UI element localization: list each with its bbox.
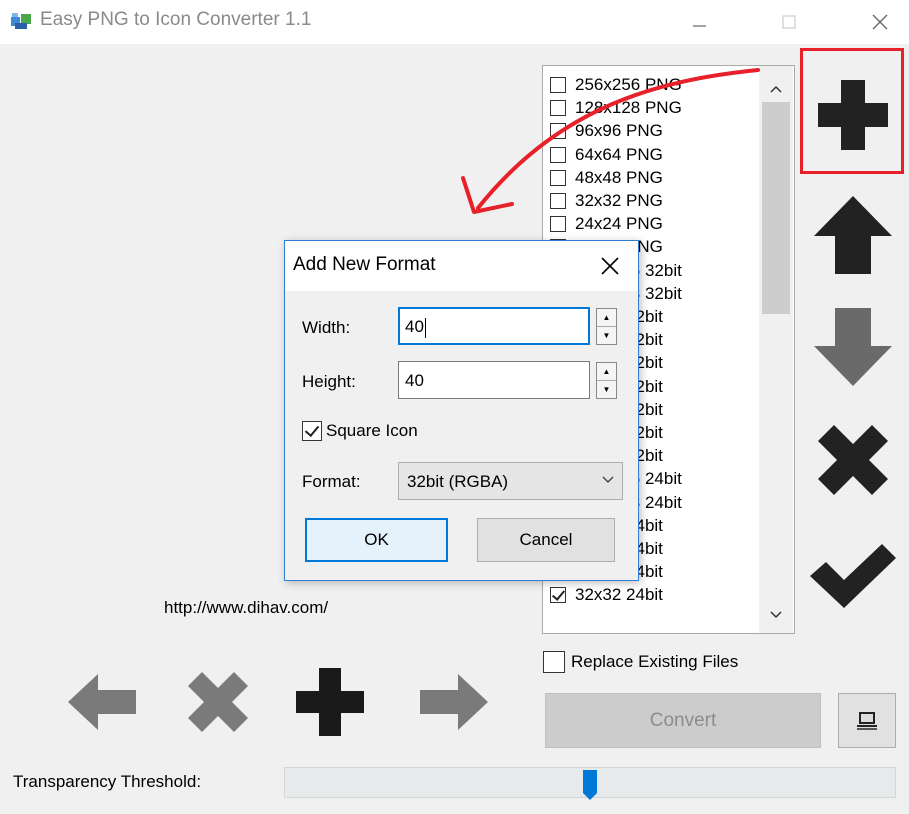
scroll-up-icon[interactable]: [759, 74, 793, 104]
list-item[interactable]: 48x48 PNG: [550, 166, 663, 190]
width-stepper[interactable]: ▲ ▼: [596, 308, 617, 345]
list-item-label: 64x64 PNG: [575, 144, 663, 164]
list-item-label: 48x48 PNG: [575, 167, 663, 187]
list-item-checkbox[interactable]: [550, 146, 566, 163]
list-scrollbar[interactable]: [759, 66, 793, 633]
width-increment-icon[interactable]: ▲: [597, 309, 616, 327]
list-item[interactable]: 32x32 24bit: [550, 583, 663, 607]
width-value: 40: [405, 317, 424, 336]
dialog-title-bar: Add New Format: [285, 241, 638, 291]
square-icon-label: Square Icon: [326, 421, 418, 440]
x-icon[interactable]: [808, 415, 898, 505]
dialog-close-icon[interactable]: [590, 247, 630, 285]
chevron-down-icon: [602, 471, 614, 487]
format-select[interactable]: 32bit (RGBA): [398, 462, 623, 500]
cancel-button[interactable]: Cancel: [477, 518, 615, 562]
list-item-checkbox[interactable]: [550, 169, 566, 186]
text-caret: [424, 317, 426, 338]
close-icon[interactable]: [851, 0, 909, 44]
list-item[interactable]: 256x256 PNG: [550, 73, 682, 97]
transparency-threshold-slider[interactable]: [284, 767, 896, 800]
ok-button[interactable]: OK: [305, 518, 448, 562]
computer-button[interactable]: [838, 693, 896, 748]
list-item-checkbox[interactable]: [550, 77, 566, 93]
list-item-label: 128x128 PNG: [575, 98, 682, 118]
list-item[interactable]: 128x128 PNG: [550, 96, 682, 120]
app-icon: [11, 13, 31, 29]
list-item[interactable]: 24x24 PNG: [550, 212, 663, 236]
scrollbar-thumb[interactable]: [762, 102, 790, 314]
height-stepper[interactable]: ▲ ▼: [596, 362, 617, 399]
website-link[interactable]: http://www.dihav.com/: [164, 598, 328, 618]
replace-existing-files-checkbox[interactable]: [543, 651, 565, 673]
list-item-label: 32x32 24bit: [575, 585, 663, 605]
checkmark-icon[interactable]: [808, 530, 898, 620]
replace-existing-files-option[interactable]: Replace Existing Files: [543, 651, 738, 673]
plus-icon[interactable]: [808, 70, 898, 160]
list-item-label: 256x256 PNG: [575, 75, 682, 94]
list-item-checkbox[interactable]: [550, 123, 566, 140]
plus-icon[interactable]: [292, 664, 368, 740]
list-item-label: 96x96 PNG: [575, 121, 663, 141]
height-increment-icon[interactable]: ▲: [597, 363, 616, 381]
width-field[interactable]: 40: [398, 307, 590, 345]
minimize-icon[interactable]: [670, 0, 728, 44]
list-item-label: 24x24 PNG: [575, 214, 663, 234]
list-item[interactable]: 96x96 PNG: [550, 119, 663, 143]
scroll-down-icon[interactable]: [759, 600, 793, 630]
add-new-format-dialog: Add New Format Width: 40 ▲ ▼ Height: 40 …: [284, 240, 639, 581]
list-item-checkbox[interactable]: [550, 100, 566, 117]
arrow-up-icon[interactable]: [808, 190, 898, 280]
format-selected-value: 32bit (RGBA): [407, 472, 509, 491]
list-item-checkbox[interactable]: [550, 216, 566, 233]
format-label: Format:: [302, 472, 361, 491]
arrow-down-icon[interactable]: [808, 302, 898, 392]
height-label: Height:: [302, 372, 356, 391]
list-item[interactable]: 64x64 PNG: [550, 143, 663, 167]
convert-button[interactable]: Convert: [545, 693, 821, 748]
width-label: Width:: [302, 318, 351, 337]
slider-thumb[interactable]: [583, 770, 597, 800]
title-bar: Easy PNG to Icon Converter 1.1: [0, 0, 909, 44]
replace-existing-files-label: Replace Existing Files: [571, 652, 739, 671]
maximize-icon[interactable]: [760, 0, 818, 44]
list-item[interactable]: 32x32 PNG: [550, 189, 663, 213]
computer-icon: [857, 711, 877, 730]
width-decrement-icon[interactable]: ▼: [597, 327, 616, 344]
square-icon-option[interactable]: Square Icon: [302, 421, 418, 441]
arrow-left-icon[interactable]: [64, 664, 140, 740]
window-title: Easy PNG to Icon Converter 1.1: [40, 9, 312, 30]
square-icon-checkbox[interactable]: [302, 421, 322, 441]
transparency-threshold-label: Transparency Threshold:: [13, 772, 202, 791]
x-icon[interactable]: [180, 664, 256, 740]
dialog-title: Add New Format: [293, 254, 436, 275]
list-item-checkbox[interactable]: [550, 587, 566, 604]
height-decrement-icon[interactable]: ▼: [597, 381, 616, 398]
arrow-right-icon[interactable]: [416, 664, 492, 740]
height-field[interactable]: 40: [398, 361, 590, 399]
list-item-checkbox[interactable]: [550, 193, 566, 209]
list-item-label: 32x32 PNG: [575, 191, 663, 210]
